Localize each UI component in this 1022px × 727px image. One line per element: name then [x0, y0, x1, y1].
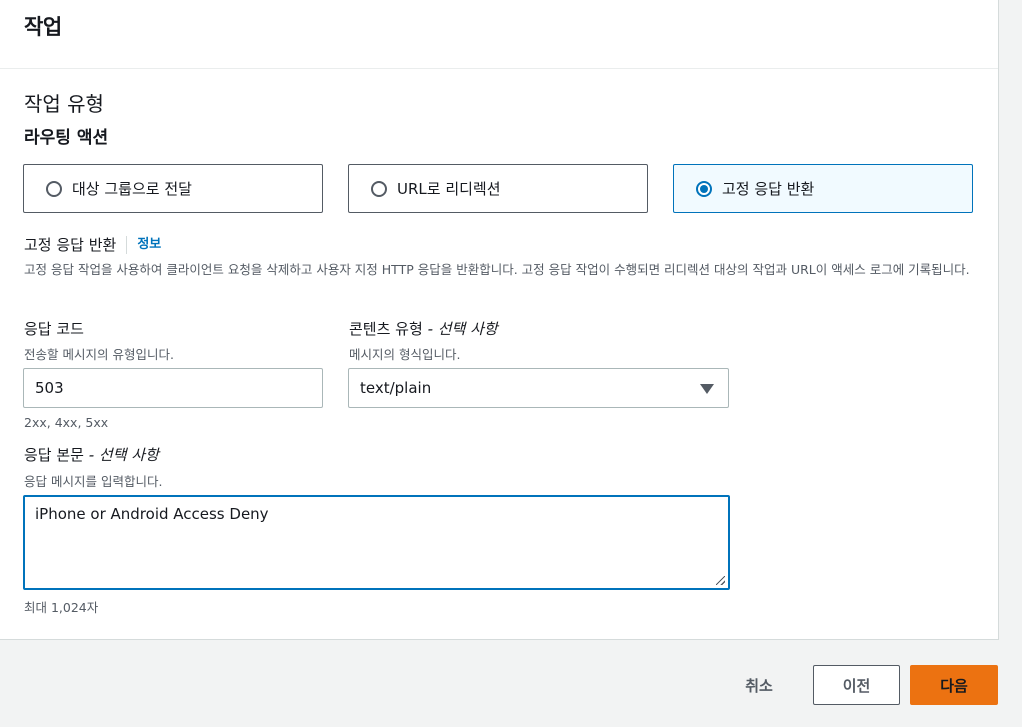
content-type-label-text: 콘텐츠 유형	[349, 320, 423, 338]
response-code-constraint: 2xx, 4xx, 5xx	[24, 415, 109, 430]
content-type-optional: - 선택 사항	[427, 320, 498, 338]
cancel-button[interactable]: 취소	[728, 665, 790, 705]
content-type-value: text/plain	[360, 379, 432, 397]
previous-button[interactable]: 이전	[813, 665, 900, 705]
fixed-response-description: 고정 응답 작업을 사용하여 클라이언트 요청을 삭제하고 사용자 지정 HTT…	[24, 262, 970, 277]
routing-option-redirect[interactable]: URL로 리디렉션	[348, 164, 648, 213]
response-body-label: 응답 본문 - 선택 사항	[24, 444, 159, 465]
section-title: 작업 유형	[24, 92, 104, 116]
content-type-description: 메시지의 형식입니다.	[349, 347, 461, 362]
next-button[interactable]: 다음	[910, 665, 998, 705]
subsection-title: 라우팅 액션	[24, 128, 109, 148]
response-body-constraint: 최대 1,024자	[24, 600, 99, 615]
routing-option-forward[interactable]: 대상 그룹으로 전달	[23, 164, 323, 213]
caret-down-icon	[700, 384, 714, 394]
routing-option-label: URL로 리디렉션	[397, 180, 501, 198]
panel-title: 작업	[24, 15, 62, 39]
response-body-textarea[interactable]: iPhone or Android Access Deny	[23, 495, 730, 590]
response-code-description: 전송할 메시지의 유형입니다.	[24, 347, 174, 362]
routing-option-fixed-response[interactable]: 고정 응답 반환	[673, 164, 973, 213]
response-body-value: iPhone or Android Access Deny	[35, 505, 269, 523]
response-code-label: 응답 코드	[24, 320, 84, 338]
action-panel: 작업 작업 유형 라우팅 액션 대상 그룹으로 전달 URL로 리디렉션 고정 …	[0, 0, 999, 640]
panel-header: 작업	[0, 0, 998, 69]
response-body-label-text: 응답 본문	[24, 446, 84, 464]
info-link[interactable]: 정보	[126, 235, 161, 254]
routing-option-label: 고정 응답 반환	[722, 180, 815, 198]
response-code-value: 503	[35, 379, 64, 397]
radio-checked-icon[interactable]	[696, 180, 712, 197]
response-body-description: 응답 메시지를 입력합니다.	[24, 474, 163, 489]
routing-option-label: 대상 그룹으로 전달	[72, 180, 192, 198]
radio-icon[interactable]	[46, 180, 62, 197]
content-type-label: 콘텐츠 유형 - 선택 사항	[349, 318, 498, 339]
fixed-response-label: 고정 응답 반환	[24, 236, 117, 254]
response-body-optional: - 선택 사항	[88, 446, 159, 464]
resize-handle-icon[interactable]	[716, 576, 725, 585]
response-code-input[interactable]: 503	[23, 368, 323, 408]
radio-icon[interactable]	[371, 180, 387, 197]
content-type-select[interactable]: text/plain	[348, 368, 729, 408]
fixed-response-label-row: 고정 응답 반환 정보	[24, 234, 161, 255]
